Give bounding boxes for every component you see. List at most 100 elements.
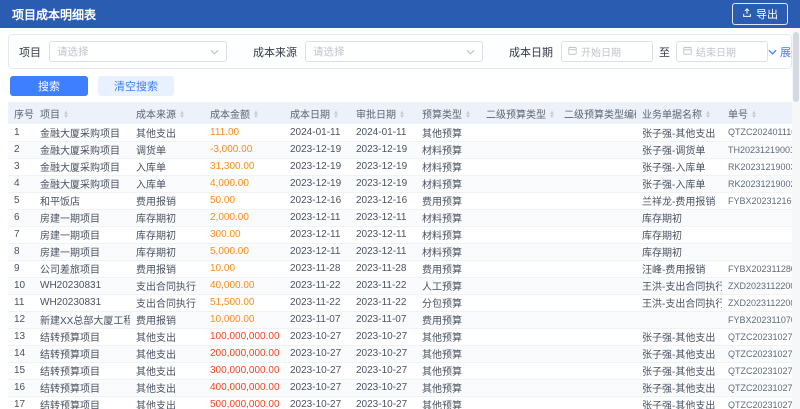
cell-doc_name: 王洪-支出合同执行 bbox=[636, 294, 722, 312]
project-select[interactable]: 请选择 bbox=[49, 41, 227, 62]
chevron-down-icon bbox=[210, 46, 219, 58]
table-row[interactable]: 10 WH20230831 支出合同执行 40,000.00 2023-11-22 202… bbox=[8, 277, 792, 295]
cell-approval_date: 2023-12-19 bbox=[350, 141, 416, 159]
cell-budget_type: 其他预算 bbox=[416, 379, 480, 397]
column-header-doc_no[interactable]: 单号 ▲ ▼ bbox=[722, 102, 792, 124]
column-header-budget_type2[interactable]: 二级预算类型 ▲ ▼ bbox=[480, 102, 558, 124]
cell-budget_type2_code bbox=[558, 294, 636, 312]
clear-search-button[interactable]: 清空搜索 bbox=[98, 76, 174, 96]
cell-budget_type2 bbox=[480, 192, 558, 210]
table-row[interactable]: 11 WH20230831 支出合同执行 51,500.00 2023-11-22 202… bbox=[8, 294, 792, 312]
cell-project: WH20230831 bbox=[34, 277, 130, 295]
cell-doc_name: 库存期初 bbox=[636, 243, 722, 261]
table-row[interactable]: 5 和平饭店 费用报销 50.00 2023-12-16 2023-12-16 费用预算 兰祥… bbox=[8, 192, 792, 210]
cell-budget_type2 bbox=[480, 243, 558, 261]
cell-source: 入库单 bbox=[130, 175, 204, 193]
table-row[interactable]: 4 金融大厦采购项目 入库单 4,000.00 2023-12-19 2023-12-19… bbox=[8, 175, 792, 193]
cell-budget_type2_code bbox=[558, 362, 636, 380]
column-label: 预算类型 bbox=[422, 109, 462, 121]
cell-project: 金融大厦采购项目 bbox=[34, 158, 130, 176]
cell-approval_date: 2023-12-11 bbox=[350, 226, 416, 244]
table-row[interactable]: 2 金融大厦采购项目 调货单 -3,000.00 2023-12-19 2023-12-1… bbox=[8, 141, 792, 159]
cell-budget_type2_code bbox=[558, 158, 636, 176]
column-header-approval_date[interactable]: 审批日期 ▲ ▼ bbox=[350, 102, 416, 124]
column-header-source[interactable]: 成本来源 ▲ ▼ bbox=[130, 102, 204, 124]
cell-budget_type: 人工预算 bbox=[416, 277, 480, 295]
cell-project: 房建一期项目 bbox=[34, 209, 130, 227]
cell-project: 结转预算项目 bbox=[34, 345, 130, 363]
column-header-budget_type2_code[interactable]: 二级预算类型编码▲▼ bbox=[558, 102, 636, 124]
cell-budget_type: 其他预算 bbox=[416, 124, 480, 142]
table-row[interactable]: 1 金融大厦采购项目 其他支出 111.00 2024-01-11 2024-01-11 其… bbox=[8, 124, 792, 142]
cell-source: 其他支出 bbox=[130, 328, 204, 346]
cell-no: 17 bbox=[8, 396, 34, 409]
table-row[interactable]: 16 结转预算项目 其他支出 400,000,000.00 2023-10-27 2023… bbox=[8, 379, 792, 397]
cell-approval_date: 2023-12-19 bbox=[350, 175, 416, 193]
cell-no: 5 bbox=[8, 192, 34, 210]
cell-amount: 100,000,000.00 bbox=[204, 328, 284, 346]
cell-budget_type: 材料预算 bbox=[416, 141, 480, 159]
source-select[interactable]: 请选择 bbox=[305, 41, 483, 62]
column-header-project[interactable]: 项目 ▲ ▼ bbox=[34, 102, 130, 124]
cell-budget_type2 bbox=[480, 124, 558, 142]
export-button[interactable]: 导出 bbox=[732, 3, 788, 25]
sort-icon[interactable]: ▲ ▼ bbox=[465, 110, 471, 120]
page-title: 项目成本明细表 bbox=[12, 7, 97, 22]
table-row[interactable]: 15 结转预算项目 其他支出 300,000,000.00 2023-10-27 2023… bbox=[8, 362, 792, 380]
sort-icon[interactable]: ▲ ▼ bbox=[179, 110, 185, 120]
table-row[interactable]: 8 房建一期项目 库存期初 5,000.00 2023-12-11 2023-12-11 材… bbox=[8, 243, 792, 261]
sort-icon[interactable]: ▲ ▼ bbox=[549, 110, 555, 120]
cell-budget_type: 费用预算 bbox=[416, 260, 480, 278]
cell-no: 7 bbox=[8, 226, 34, 244]
cell-budget_type: 费用预算 bbox=[416, 311, 480, 329]
date-start-input[interactable]: 开始日期 bbox=[561, 41, 653, 62]
table-row[interactable]: 3 金融大厦采购项目 入库单 31,300.00 2023-12-19 2023-12-1… bbox=[8, 158, 792, 176]
cell-doc_name: 张子强-其他支出 bbox=[636, 379, 722, 397]
table-row[interactable]: 9 公司差旅项目 费用报销 10.00 2023-11-28 2023-11-28 费用预算… bbox=[8, 260, 792, 278]
sort-icon[interactable]: ▲ ▼ bbox=[705, 110, 711, 120]
table-row[interactable]: 14 结转预算项目 其他支出 200,000,000.00 2023-10-27 2023… bbox=[8, 345, 792, 363]
vertical-scrollbar[interactable] bbox=[792, 28, 800, 409]
sort-icon[interactable]: ▲ ▼ bbox=[253, 110, 259, 120]
cell-no: 6 bbox=[8, 209, 34, 227]
cell-approval_date: 2023-12-11 bbox=[350, 209, 416, 227]
cell-no: 8 bbox=[8, 243, 34, 261]
cell-project: 金融大厦采购项目 bbox=[34, 175, 130, 193]
cell-source: 库存期初 bbox=[130, 226, 204, 244]
cell-amount: 111.00 bbox=[204, 124, 284, 142]
table-row[interactable]: 13 结转预算项目 其他支出 100,000,000.00 2023-10-27 2023… bbox=[8, 328, 792, 346]
sort-icon[interactable]: ▲ ▼ bbox=[399, 110, 405, 120]
cell-source: 库存期初 bbox=[130, 243, 204, 261]
column-header-cost_date[interactable]: 成本日期 ▲ ▼ bbox=[284, 102, 350, 124]
date-end-input[interactable]: 结束日期 bbox=[676, 41, 768, 62]
cell-no: 10 bbox=[8, 277, 34, 295]
cell-doc_name: 张子强-其他支出 bbox=[636, 328, 722, 346]
cell-approval_date: 2023-10-27 bbox=[350, 328, 416, 346]
table-row[interactable]: 12新建XX总部大厦工程二期费用报销10,000.002023-11-07202… bbox=[8, 311, 792, 329]
cell-amount: 5,000.00 bbox=[204, 243, 284, 261]
cell-budget_type2 bbox=[480, 311, 558, 329]
cell-project: 和平饭店 bbox=[34, 192, 130, 210]
cell-budget_type2 bbox=[480, 345, 558, 363]
cell-source: 其他支出 bbox=[130, 345, 204, 363]
cell-project: 结转预算项目 bbox=[34, 379, 130, 397]
scrollbar-thumb[interactable] bbox=[793, 32, 799, 102]
cell-source: 支出合同执行 bbox=[130, 277, 204, 295]
column-header-budget_type[interactable]: 预算类型 ▲ ▼ bbox=[416, 102, 480, 124]
table-row[interactable]: 7 房建一期项目 库存期初 300.00 2023-12-11 2023-12-11 材料预… bbox=[8, 226, 792, 244]
table-row[interactable]: 17 结转预算项目 其他支出 500,000,000.00 2023-10-27 2023… bbox=[8, 396, 792, 409]
cell-amount: 200,000,000.00 bbox=[204, 345, 284, 363]
sort-icon[interactable]: ▲ ▼ bbox=[751, 110, 757, 120]
actions-row: 搜索 清空搜索 bbox=[10, 76, 792, 96]
cell-doc_name: 兰祥龙-费用报销 bbox=[636, 192, 722, 210]
column-header-amount[interactable]: 成本金额 ▲ ▼ bbox=[204, 102, 284, 124]
column-label: 序号 bbox=[14, 109, 34, 121]
cell-amount: 10.00 bbox=[204, 260, 284, 278]
sort-icon[interactable]: ▲ ▼ bbox=[333, 110, 339, 120]
column-header-doc_name[interactable]: 业务单据名称 ▲ ▼ bbox=[636, 102, 722, 124]
cell-project: 房建一期项目 bbox=[34, 243, 130, 261]
sort-icon[interactable]: ▲ ▼ bbox=[63, 110, 69, 120]
search-button[interactable]: 搜索 bbox=[10, 76, 88, 96]
table-row[interactable]: 6 房建一期项目 库存期初 2,000.00 2023-12-11 2023-12-11 材… bbox=[8, 209, 792, 227]
cell-budget_type: 其他预算 bbox=[416, 345, 480, 363]
